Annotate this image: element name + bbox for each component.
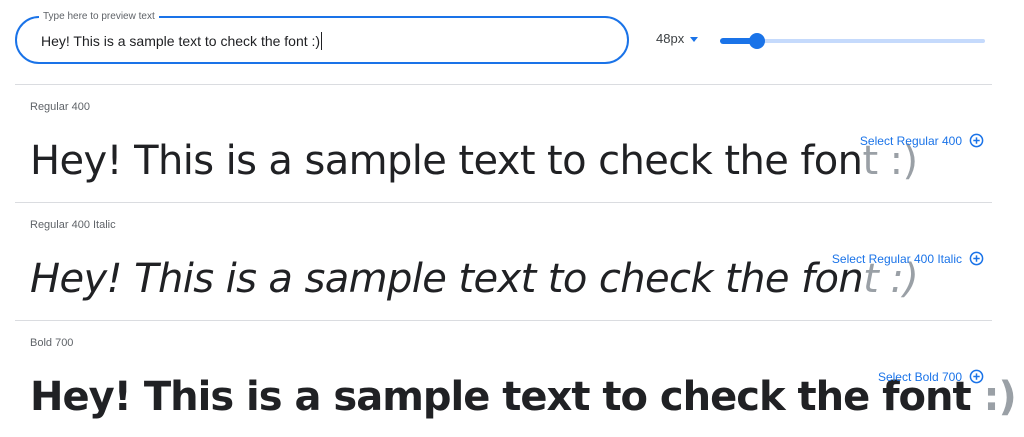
slider-thumb[interactable] (749, 33, 765, 49)
style-name: Regular 400 (30, 101, 90, 113)
select-style-label: Select Regular 400 (859, 133, 962, 148)
style-sample-text: Hey! This is a sample text to check the … (30, 255, 919, 303)
preview-text-label: Type here to preview text (39, 10, 159, 24)
select-regular-400-button[interactable]: Select Regular 400 (860, 133, 984, 148)
arrow-drop-down-icon (690, 36, 699, 42)
select-bold-700-button[interactable]: Select Bold 700 (878, 369, 984, 384)
font-size-value: 48px (656, 31, 685, 46)
select-style-label: Select Regular 400 Italic (831, 251, 962, 266)
style-row-bold-700: Bold 700 Hey! This is a sample text to c… (0, 321, 1024, 437)
select-style-label: Select Bold 700 (877, 369, 962, 384)
add-circle-icon (969, 251, 984, 266)
sample-text-main: Hey! This is a sample text to check the … (30, 138, 863, 184)
sample-text-main: Hey! This is a sample text to check the … (30, 374, 972, 420)
text-cursor (321, 32, 322, 50)
style-sample-text: Hey! This is a sample text to check the … (30, 137, 918, 185)
add-circle-icon (969, 369, 984, 384)
font-size-dropdown[interactable]: 48px (656, 31, 699, 46)
sample-text-main: Hey! This is a sample text to check the … (30, 256, 864, 302)
add-circle-icon (969, 133, 984, 148)
style-sample-text: Hey! This is a sample text to check the … (30, 373, 1017, 421)
style-row-regular-400: Regular 400 Hey! This is a sample text t… (0, 85, 1024, 203)
style-name: Bold 700 (30, 337, 74, 349)
select-regular-400-italic-button[interactable]: Select Regular 400 Italic (832, 251, 984, 266)
style-name: Regular 400 Italic (30, 219, 116, 231)
preview-text-field[interactable]: Type here to preview text (15, 10, 629, 64)
style-row-regular-400-italic: Regular 400 Italic Hey! This is a sample… (0, 203, 1024, 321)
font-size-slider[interactable] (720, 32, 985, 50)
